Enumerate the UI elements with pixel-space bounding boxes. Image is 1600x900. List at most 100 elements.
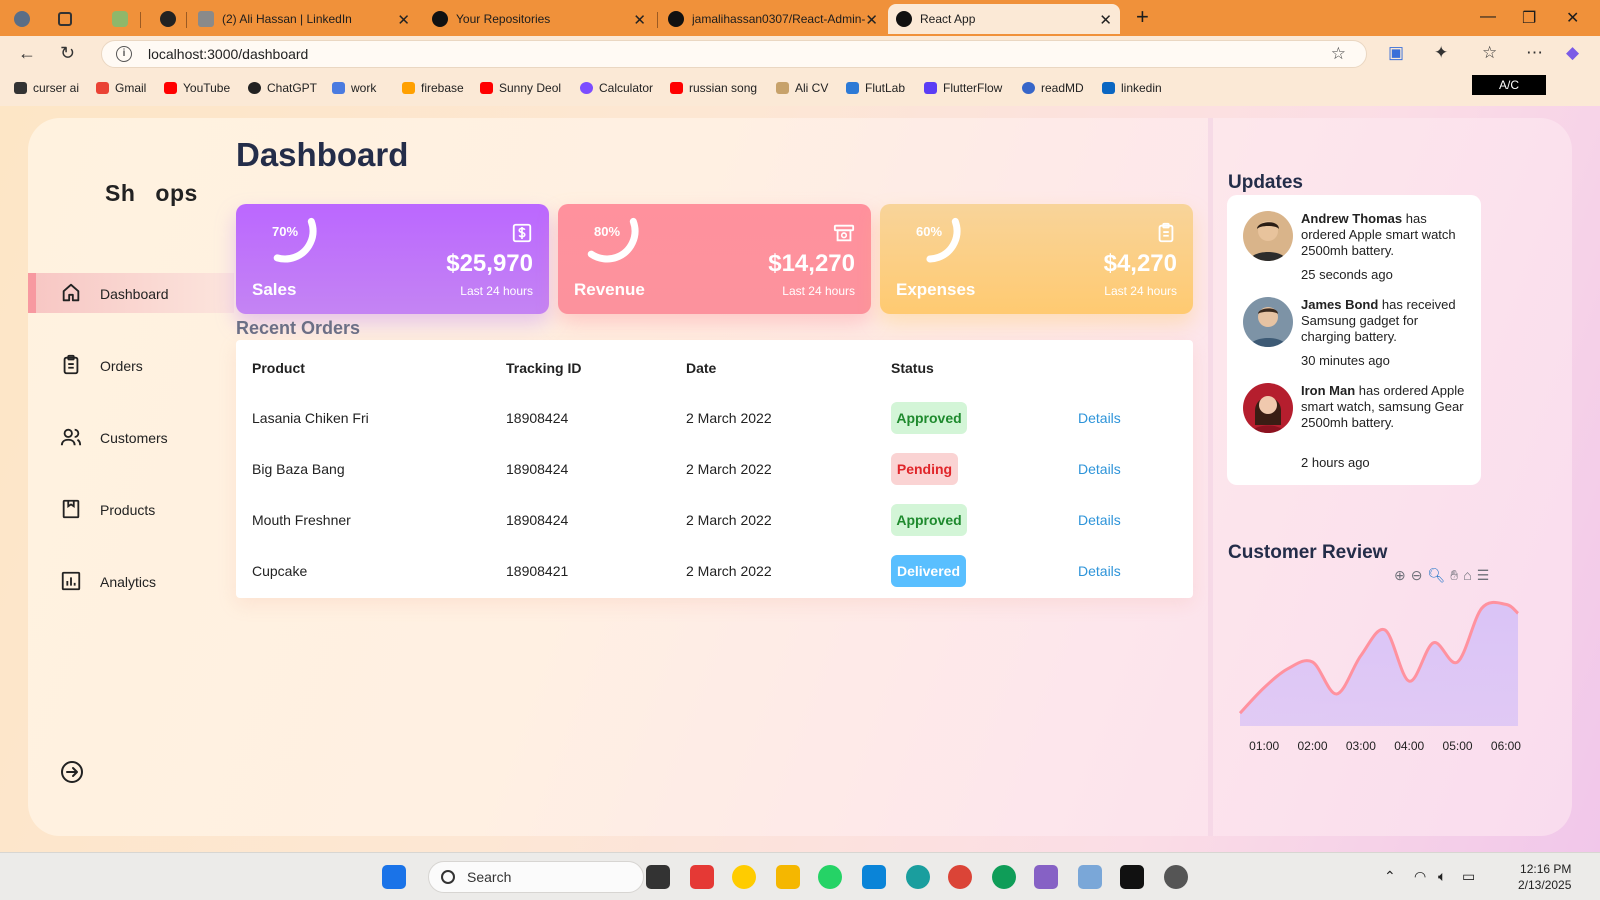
bookmark-item[interactable]: linkedin bbox=[1102, 81, 1162, 95]
document-icon bbox=[332, 82, 345, 94]
bookmark-item[interactable]: curser ai bbox=[14, 81, 79, 95]
bookmark-item[interactable]: ChatGPT bbox=[248, 81, 317, 95]
bookmark-item[interactable]: FlutterFlow bbox=[924, 81, 1002, 95]
zoom-out-icon[interactable]: ⊖ bbox=[1411, 567, 1423, 584]
sidebar-item-analytics[interactable]: Analytics bbox=[28, 561, 234, 601]
card-sales[interactable]: 70% Sales $25,970 Last 24 hours bbox=[236, 204, 549, 314]
clock-app-icon[interactable] bbox=[1164, 865, 1188, 889]
reset-home-icon[interactable]: ⌂ bbox=[1463, 567, 1471, 584]
system-clock[interactable]: 12:16 PM 2/13/2025 bbox=[1518, 861, 1571, 893]
bookmark-item[interactable]: Ali CV bbox=[776, 81, 828, 95]
chart-app-icon[interactable] bbox=[1078, 865, 1102, 889]
bookmark-item[interactable]: Gmail bbox=[96, 81, 146, 95]
search-label: Search bbox=[467, 869, 512, 885]
battery-icon[interactable]: ▭ bbox=[1462, 868, 1475, 885]
more-options-icon[interactable]: ⋯ bbox=[1526, 43, 1543, 63]
new-tab-button[interactable]: + bbox=[1136, 4, 1149, 30]
cv-icon bbox=[776, 82, 789, 94]
whatsapp-icon[interactable] bbox=[818, 865, 842, 889]
tab-app[interactable] bbox=[104, 4, 132, 34]
task-view-icon[interactable] bbox=[646, 865, 670, 889]
minimize-button[interactable]: — bbox=[1480, 8, 1496, 26]
table-cell-tracking: 18908424 bbox=[506, 461, 569, 477]
favorites-icon[interactable]: ☆ bbox=[1482, 43, 1497, 63]
favorite-star-icon[interactable]: ☆ bbox=[1331, 44, 1346, 64]
card-revenue[interactable]: 80% Revenue $14,270 Last 24 hours bbox=[558, 204, 871, 314]
selection-zoom-icon[interactable]: 🔍︎ bbox=[1427, 567, 1445, 584]
bookmark-item[interactable]: readMD bbox=[1022, 81, 1084, 95]
profile-avatar[interactable] bbox=[6, 4, 40, 34]
tab-github-repo[interactable]: jamalihassan0307/React-Admin-D ✕ bbox=[660, 4, 886, 34]
wifi-icon[interactable]: ◠ bbox=[1414, 868, 1426, 885]
visual-studio-icon[interactable] bbox=[1034, 865, 1058, 889]
pan-icon[interactable]: ✋︎ bbox=[1450, 567, 1458, 584]
avatar-image bbox=[1243, 297, 1293, 347]
info-icon[interactable]: i bbox=[116, 46, 132, 62]
tab-linkedin[interactable]: (2) Ali Hassan | LinkedIn ✕ bbox=[190, 4, 418, 34]
taskbar-search[interactable]: Search bbox=[428, 861, 644, 893]
flutlab-icon bbox=[846, 82, 859, 94]
start-icon[interactable] bbox=[382, 865, 406, 889]
react-icon bbox=[896, 11, 912, 27]
table-cell-product: Big Baza Bang bbox=[252, 461, 345, 477]
file-explorer-icon[interactable] bbox=[776, 865, 800, 889]
volume-icon[interactable]: 🔈︎ bbox=[1438, 868, 1446, 885]
page-title: Dashboard bbox=[236, 136, 409, 173]
translate-icon[interactable]: ▣ bbox=[1388, 43, 1404, 63]
bookmark-item[interactable]: YouTube bbox=[164, 81, 230, 95]
details-link[interactable]: Details bbox=[1078, 461, 1121, 477]
workspaces-button[interactable] bbox=[50, 4, 78, 34]
tab-your-repositories[interactable]: Your Repositories ✕ bbox=[424, 4, 654, 34]
sidebar-item-dashboard[interactable]: Dashboard bbox=[28, 273, 234, 313]
close-icon[interactable]: ✕ bbox=[633, 11, 646, 29]
table-cell-date: 2 March 2022 bbox=[686, 410, 772, 426]
bookmark-item[interactable]: FlutLab bbox=[846, 81, 905, 95]
vscode-icon[interactable] bbox=[862, 865, 886, 889]
maximize-button[interactable]: ❐ bbox=[1522, 8, 1536, 28]
updates-title: Updates bbox=[1228, 172, 1303, 193]
bookmark-item[interactable]: Sunny Deol bbox=[480, 81, 561, 95]
sidebar-item-customers[interactable]: Customers bbox=[28, 417, 234, 457]
bookmark-item[interactable]: Calculator bbox=[580, 81, 653, 95]
github-icon bbox=[432, 11, 448, 27]
bookmark-item[interactable]: firebase bbox=[402, 81, 464, 95]
zoom-in-icon[interactable]: ⊕ bbox=[1394, 567, 1406, 584]
menu-icon[interactable]: ☰ bbox=[1477, 567, 1490, 584]
tab-react-app[interactable]: React App ✕ bbox=[888, 4, 1120, 34]
close-icon[interactable]: ✕ bbox=[397, 11, 410, 29]
sidebar-item-orders[interactable]: Orders bbox=[28, 345, 234, 385]
close-icon[interactable]: ✕ bbox=[1099, 11, 1112, 29]
back-icon[interactable]: ← bbox=[18, 43, 36, 64]
chrome-icon[interactable] bbox=[948, 865, 972, 889]
bookmark-item[interactable]: russian song bbox=[670, 81, 757, 95]
bookmark-label: Gmail bbox=[115, 81, 147, 95]
app-icon bbox=[112, 11, 128, 27]
sign-out-icon[interactable] bbox=[60, 760, 84, 784]
details-link[interactable]: Details bbox=[1078, 563, 1121, 579]
bookmark-item[interactable]: work bbox=[332, 81, 376, 95]
anydesk-icon[interactable] bbox=[690, 865, 714, 889]
page-viewport: Sh ops Dashboard Orders Customers Product… bbox=[0, 106, 1600, 852]
linkedin-icon bbox=[198, 11, 214, 27]
copilot-icon[interactable]: ◆ bbox=[1566, 43, 1579, 63]
window-close-button[interactable]: ✕ bbox=[1566, 8, 1579, 28]
chevron-up-icon[interactable]: ⌃ bbox=[1384, 868, 1396, 885]
card-expenses[interactable]: 60% Expenses $4,270 Last 24 hours bbox=[880, 204, 1193, 314]
reload-icon[interactable]: ↻ bbox=[60, 43, 75, 64]
sidebar-item-products[interactable]: Products bbox=[28, 489, 234, 529]
recent-orders-table: Product Tracking ID Date Status Lasania … bbox=[236, 340, 1193, 598]
tab-chatgpt[interactable] bbox=[152, 4, 180, 34]
app-icon[interactable] bbox=[732, 865, 756, 889]
progress-label: 60% bbox=[915, 224, 943, 239]
close-icon[interactable]: ✕ bbox=[865, 11, 878, 29]
url-bar[interactable]: i localhost:3000/dashboard ☆ bbox=[101, 40, 1367, 68]
capcut-icon[interactable] bbox=[1120, 865, 1144, 889]
sidebar-item-label: Customers bbox=[100, 430, 168, 446]
edge-icon[interactable] bbox=[906, 865, 930, 889]
customer-review-chart: 01:00 02:00 03:00 04:00 05:00 06:00 bbox=[1238, 600, 1521, 753]
details-link[interactable]: Details bbox=[1078, 512, 1121, 528]
chrome-dev-icon[interactable] bbox=[992, 865, 1016, 889]
card-title: Revenue bbox=[574, 280, 645, 299]
details-link[interactable]: Details bbox=[1078, 410, 1121, 426]
extensions-icon[interactable]: ✦ bbox=[1434, 43, 1448, 63]
